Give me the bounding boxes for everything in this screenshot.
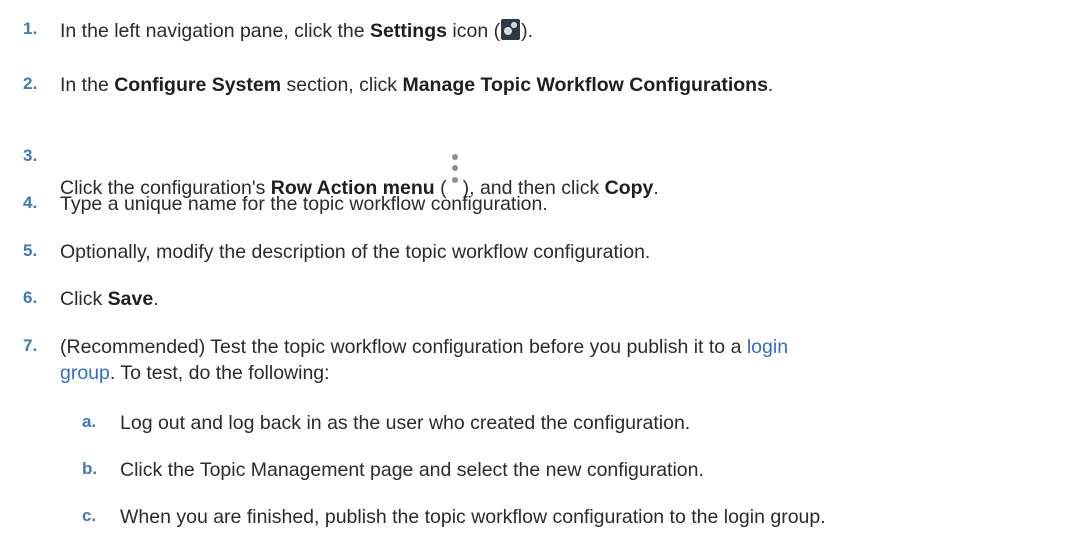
step-number: 4.	[23, 193, 38, 212]
step-text-part: icon (	[446, 20, 501, 42]
step-number: 5.	[23, 241, 38, 260]
settings-label: Settings	[370, 20, 447, 42]
copy-label: Copy	[604, 177, 654, 199]
step-text: Click the configuration's Row Action men…	[60, 146, 659, 200]
substep-text: When you are finished, publish the topic…	[120, 506, 826, 528]
step-number: 7.	[23, 336, 38, 355]
save-label: Save	[107, 288, 154, 310]
step-text-part: section, click	[281, 74, 403, 96]
step-text-part: (Recommended) Test the topic workflow co…	[60, 336, 747, 358]
step-text: group. To test, do the following:	[60, 362, 330, 385]
login-group-link[interactable]: login	[747, 336, 788, 358]
step-text: Type a unique name for the topic workflo…	[60, 193, 548, 215]
step-text: Click Save.	[60, 288, 159, 311]
kebab-menu-icon	[446, 146, 463, 192]
step-number: 1.	[23, 19, 38, 38]
step-text-part: .	[153, 288, 159, 310]
step-text-part: . To test, do the following:	[109, 362, 330, 384]
substep-text: Log out and log back in as the user who …	[120, 412, 691, 434]
substep-letter: a.	[82, 412, 97, 431]
step-text: In the Configure System section, click M…	[60, 74, 773, 97]
configure-system-label: Configure System	[114, 74, 282, 96]
login-group-link[interactable]: group	[60, 362, 110, 384]
substep-letter: b.	[82, 459, 98, 478]
step-text-part: ).	[521, 20, 533, 42]
step-text-part: .	[653, 177, 659, 199]
step-text-part: In the left navigation pane, click the	[60, 20, 371, 42]
manage-topic-workflow-label: Manage Topic Workflow Configurations	[402, 74, 768, 96]
settings-gear-icon	[501, 19, 521, 40]
step-text-part: Click	[60, 288, 108, 310]
substep-letter: c.	[82, 506, 97, 525]
step-number: 6.	[23, 288, 38, 307]
step-text-part: In the	[60, 74, 115, 96]
step-text-part: .	[767, 74, 774, 96]
substep-text: Click the Topic Management page and sele…	[120, 459, 704, 481]
step-text: Optionally, modify the description of th…	[60, 241, 651, 263]
step-text: (Recommended) Test the topic workflow co…	[60, 336, 788, 359]
step-number: 3.	[23, 146, 38, 165]
step-text: In the left navigation pane, click the S…	[60, 19, 533, 43]
step-number: 2.	[23, 74, 38, 93]
